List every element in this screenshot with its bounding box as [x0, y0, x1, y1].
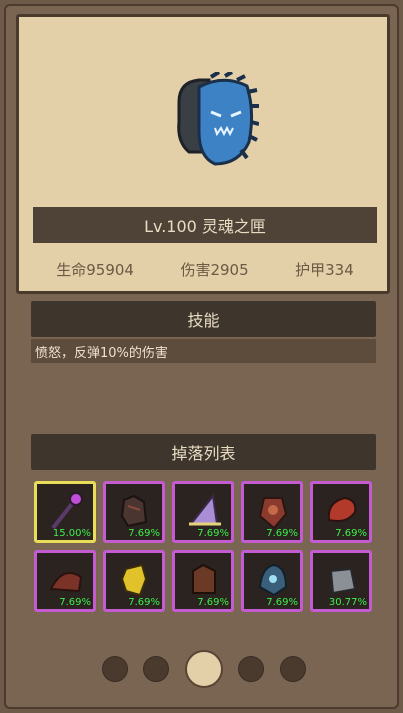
- drop-percent: 30.77%: [328, 597, 367, 608]
- page-dot-1[interactable]: [102, 656, 128, 682]
- skill-header: 技能: [31, 301, 376, 337]
- drop-slot-helmet[interactable]: 7.69%: [241, 550, 303, 612]
- monster-info-card: Lv.100 灵魂之匣 生命95904 伤害2905 护甲334: [16, 14, 390, 294]
- page-dot-5[interactable]: [280, 656, 306, 682]
- page-dot-4[interactable]: [238, 656, 264, 682]
- monster-name-bar: Lv.100 灵魂之匣: [33, 207, 377, 243]
- helmet-icon: [258, 563, 288, 597]
- hood-icon: [49, 572, 83, 593]
- monster-stats: 生命95904 伤害2905 护甲334: [33, 257, 377, 281]
- drop-list-header: 掉落列表: [31, 434, 376, 470]
- leather-armor-icon: [192, 563, 216, 594]
- horn-icon: [327, 496, 357, 522]
- drop-slot-hood[interactable]: 7.69%: [34, 550, 96, 612]
- gold-gauntlet-icon: [120, 563, 148, 597]
- wand-icon: [51, 492, 83, 530]
- page-dot-3[interactable]: [185, 650, 223, 688]
- drop-slot-leather-armor[interactable]: 7.69%: [172, 550, 234, 612]
- stat-hp: 生命95904: [56, 260, 134, 279]
- drop-slot-gold-gauntlet[interactable]: 7.69%: [103, 550, 165, 612]
- wizard-hat-icon: [188, 493, 221, 526]
- chest-armor-icon: [120, 494, 148, 528]
- soul-box-monster-icon: [177, 72, 259, 166]
- drop-percent: 7.69%: [335, 528, 367, 539]
- stat-armor: 护甲334: [295, 260, 354, 279]
- page-indicator: [0, 648, 403, 688]
- page-dot-2[interactable]: [143, 656, 169, 682]
- stat-damage: 伤害2905: [180, 260, 249, 279]
- drop-percent: 7.69%: [59, 597, 91, 608]
- drop-slot-shield[interactable]: 7.69%: [241, 481, 303, 543]
- drop-percent: 7.69%: [128, 597, 160, 608]
- skill-description: 愤怒，反弹10%的伤害: [31, 339, 376, 363]
- drop-grid: 15.00% 7.69% 7.69% 7.69% 7.69% 7.69% 7.6…: [34, 481, 374, 613]
- drop-percent: 7.69%: [197, 528, 229, 539]
- drop-percent: 7.69%: [266, 597, 298, 608]
- drop-slot-horn[interactable]: 7.69%: [310, 481, 372, 543]
- drop-slot-chest-armor[interactable]: 7.69%: [103, 481, 165, 543]
- drop-percent: 15.00%: [52, 528, 91, 539]
- drop-percent: 7.69%: [197, 597, 229, 608]
- shield-icon: [258, 497, 288, 530]
- drop-percent: 7.69%: [128, 528, 160, 539]
- drop-slot-wand[interactable]: 15.00%: [34, 481, 96, 543]
- iron-gauntlet-icon: [329, 567, 357, 595]
- drop-slot-wizard-hat[interactable]: 7.69%: [172, 481, 234, 543]
- drop-percent: 7.69%: [266, 528, 298, 539]
- drop-slot-iron-gauntlet[interactable]: 30.77%: [310, 550, 372, 612]
